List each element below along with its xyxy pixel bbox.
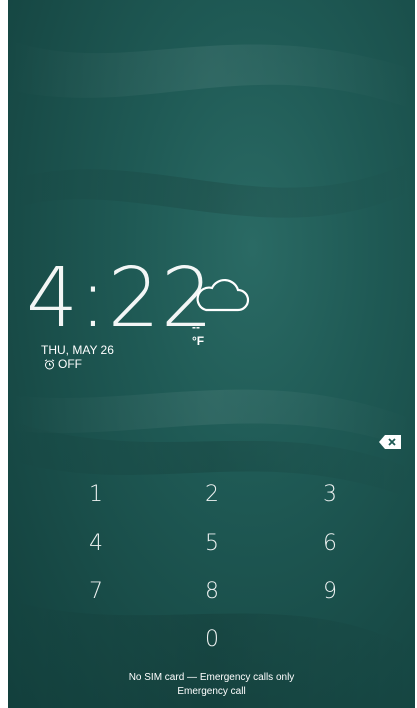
alarm-label: OFF — [58, 357, 82, 371]
backspace-icon[interactable] — [379, 435, 401, 449]
temperature: --°F — [192, 320, 205, 348]
key-5[interactable]: 5 — [182, 523, 242, 563]
key-4[interactable]: 4 — [66, 523, 126, 563]
key-7[interactable]: 7 — [66, 571, 126, 611]
key-1[interactable]: 1 — [66, 474, 126, 514]
date-label: THU, MAY 26 — [41, 343, 114, 357]
key-0[interactable]: 0 — [182, 619, 242, 659]
clock-time: 4:22 — [26, 251, 215, 346]
key-3[interactable]: 3 — [300, 474, 360, 514]
key-6[interactable]: 6 — [300, 523, 360, 563]
key-9[interactable]: 9 — [300, 571, 360, 611]
sim-status-text: No SIM card — Emergency calls only — [128, 672, 295, 683]
emergency-call-button[interactable]: Emergency call — [8, 686, 415, 697]
lockscreen: 4:22 --°F THU, MAY 26 OFF 1 2 3 4 5 6 7 … — [8, 0, 415, 708]
alarm-clock-icon — [44, 358, 55, 369]
cloud-icon — [196, 278, 250, 312]
key-2[interactable]: 2 — [182, 474, 242, 514]
alarm-status: OFF — [44, 357, 82, 371]
key-8[interactable]: 8 — [182, 571, 242, 611]
